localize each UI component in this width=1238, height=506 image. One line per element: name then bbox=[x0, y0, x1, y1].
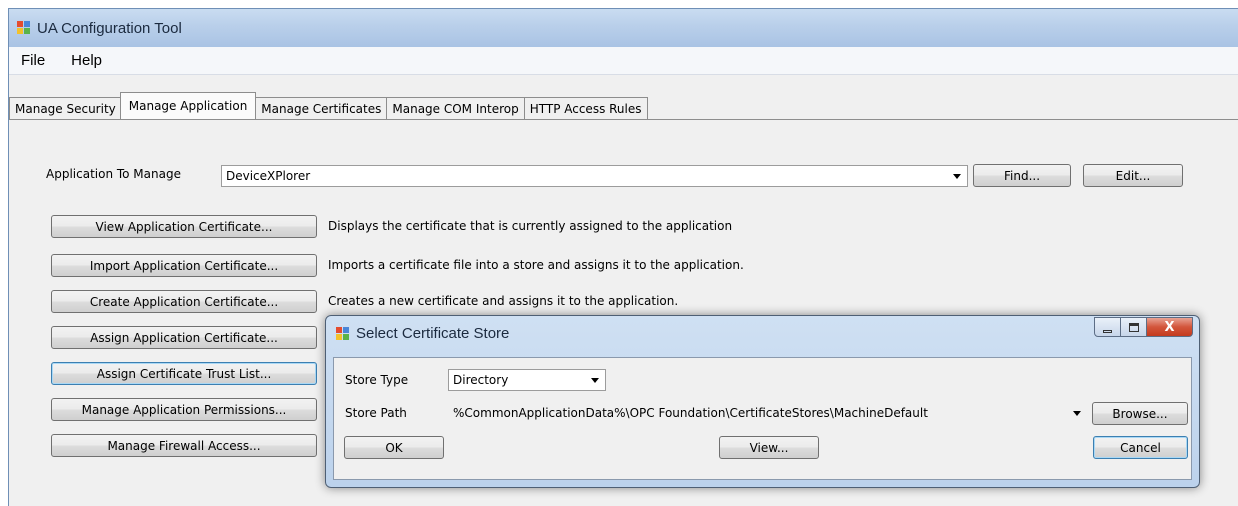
import-application-certificate-description: Imports a certificate file into a store … bbox=[328, 258, 744, 272]
caption-buttons: X bbox=[1094, 317, 1193, 337]
store-type-select[interactable]: Directory bbox=[448, 369, 606, 391]
assign-application-certificate-button[interactable]: Assign Application Certificate... bbox=[51, 326, 317, 349]
dialog-title-bar[interactable]: Select Certificate Store bbox=[336, 325, 509, 342]
chevron-down-icon bbox=[591, 378, 599, 383]
create-application-certificate-description: Creates a new certificate and assigns it… bbox=[328, 294, 679, 308]
menu-bar: File Help bbox=[9, 47, 1238, 75]
edit-button[interactable]: Edit... bbox=[1083, 164, 1183, 187]
dialog-client-area: Store Type Directory Store Path %CommonA… bbox=[333, 357, 1192, 480]
browse-button[interactable]: Browse... bbox=[1092, 402, 1188, 425]
store-path-value: %CommonApplicationData%\OPC Foundation\C… bbox=[453, 406, 928, 420]
import-application-certificate-button[interactable]: Import Application Certificate... bbox=[51, 254, 317, 277]
store-path-label: Store Path bbox=[345, 406, 407, 420]
application-to-manage-label: Application To Manage bbox=[46, 167, 181, 181]
app-icon bbox=[336, 326, 350, 341]
manage-application-permissions-button[interactable]: Manage Application Permissions... bbox=[51, 398, 317, 421]
manage-firewall-access-button[interactable]: Manage Firewall Access... bbox=[51, 434, 317, 457]
dialog-title: Select Certificate Store bbox=[356, 325, 510, 342]
store-type-value: Directory bbox=[453, 373, 509, 387]
minimize-icon bbox=[1103, 329, 1112, 333]
tab-http-access-rules[interactable]: HTTP Access Rules bbox=[523, 97, 648, 119]
tab-strip: Manage Security Manage Application Manag… bbox=[9, 92, 1238, 119]
tab-manage-security[interactable]: Manage Security bbox=[9, 97, 122, 119]
tab-manage-com-interop[interactable]: Manage COM Interop bbox=[386, 97, 525, 119]
maximize-button[interactable] bbox=[1121, 317, 1147, 337]
create-application-certificate-button[interactable]: Create Application Certificate... bbox=[51, 290, 317, 313]
tab-manage-certificates[interactable]: Manage Certificates bbox=[255, 97, 388, 119]
window-title: UA Configuration Tool bbox=[37, 19, 182, 37]
maximize-icon bbox=[1128, 322, 1139, 332]
minimize-button[interactable] bbox=[1094, 317, 1121, 337]
title-bar[interactable]: UA Configuration Tool bbox=[9, 9, 1238, 47]
app-icon bbox=[17, 21, 31, 35]
store-path-combo[interactable]: %CommonApplicationData%\OPC Foundation\C… bbox=[448, 402, 1088, 424]
store-type-label: Store Type bbox=[345, 373, 409, 387]
select-certificate-store-dialog: Select Certificate Store X Store Type Di… bbox=[325, 315, 1200, 488]
view-application-certificate-button[interactable]: View Application Certificate... bbox=[51, 215, 317, 238]
menu-help[interactable]: Help bbox=[69, 50, 104, 71]
tab-manage-application[interactable]: Manage Application bbox=[119, 92, 257, 119]
application-select-value: DeviceXPlorer bbox=[226, 169, 311, 183]
assign-certificate-trust-list-button[interactable]: Assign Certificate Trust List... bbox=[51, 362, 317, 385]
chevron-down-icon bbox=[953, 174, 961, 179]
view-button[interactable]: View... bbox=[719, 436, 819, 459]
close-button[interactable]: X bbox=[1147, 317, 1193, 337]
cancel-button[interactable]: Cancel bbox=[1093, 436, 1188, 459]
menu-file[interactable]: File bbox=[19, 50, 47, 71]
close-icon: X bbox=[1164, 319, 1175, 335]
view-application-certificate-description: Displays the certificate that is current… bbox=[328, 219, 733, 233]
application-select[interactable]: DeviceXPlorer bbox=[221, 165, 968, 187]
find-button[interactable]: Find... bbox=[973, 164, 1071, 187]
ok-button[interactable]: OK bbox=[344, 436, 444, 459]
chevron-down-icon bbox=[1073, 411, 1081, 416]
